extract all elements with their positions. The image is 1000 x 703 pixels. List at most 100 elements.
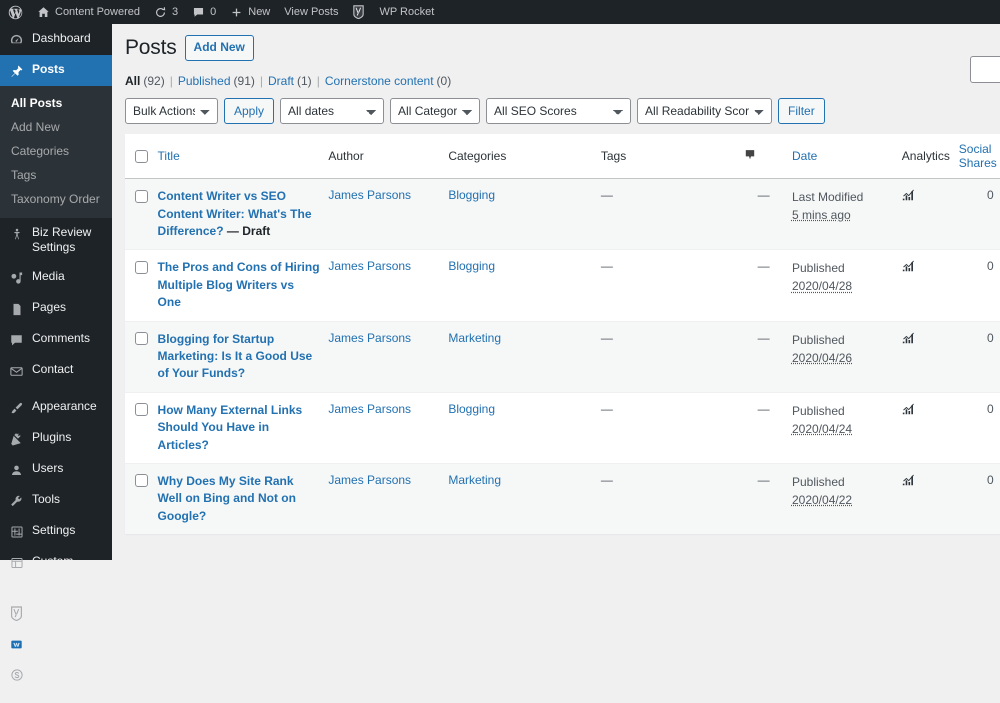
sidebar-item-plugins[interactable]: Plugins [0,423,112,454]
post-date-value[interactable]: 2020/04/26 [792,349,894,367]
sidebar-item-media[interactable]: Media [0,262,112,293]
post-category-link[interactable]: Blogging [448,188,495,202]
apply-button[interactable]: Apply [224,98,275,125]
table-row[interactable]: Blogging for Startup Marketing: Is It a … [125,320,1000,393]
dates-filter-select[interactable]: All dates [280,98,385,125]
seo-scores-filter-select[interactable]: All SEO Scores [486,98,632,125]
status-link-published[interactable]: Published (91) | [178,74,268,88]
sidebar-item-pages[interactable]: Pages [0,293,112,324]
post-category-link[interactable]: Blogging [448,259,495,273]
filter-button[interactable]: Filter [778,98,825,125]
table-row[interactable]: The Pros and Cons of Hiring Multiple Blo… [125,249,1000,322]
bar-chart-icon[interactable] [902,403,915,418]
bulk-actions-select[interactable]: Bulk Actions [125,98,218,125]
row-checkbox[interactable] [135,474,148,488]
post-date-value[interactable]: 5 mins ago [792,206,894,224]
submenu-item-add-new[interactable]: Add New [0,115,112,139]
post-category-link[interactable]: Marketing [448,473,501,487]
post-title-link[interactable]: The Pros and Cons of Hiring Multiple Blo… [158,260,320,309]
admin-bar-updates[interactable]: 3 [147,0,185,24]
submenu-item-tags[interactable]: Tags [0,163,112,187]
sidebar-item-social-warfare[interactable]: Social Warfare [0,659,112,703]
admin-bar-yoast[interactable] [345,0,372,24]
post-category-link[interactable]: Blogging [448,402,495,416]
row-date-cell: Published 2020/04/22 [791,462,902,535]
column-header-date-link[interactable]: Date [792,149,817,163]
post-author-link[interactable]: James Parsons [328,331,411,345]
comment-bubble-icon [743,149,757,165]
row-checkbox[interactable] [135,403,148,417]
bar-chart-icon[interactable] [902,474,915,489]
table-row[interactable]: How Many External Links Should You Have … [125,391,1000,464]
submenu-item-all-posts[interactable]: All Posts [0,91,112,115]
paintbrush-icon [8,400,25,416]
sidebar-item-posts[interactable]: Posts [0,55,120,86]
sidebar-item-users[interactable]: Users [0,454,112,485]
column-header-date[interactable]: Date [791,134,902,180]
wordpress-logo-icon[interactable] [0,0,30,24]
bar-chart-icon[interactable] [902,261,915,275]
categories-filter-select[interactable]: All Categories [390,98,481,125]
sidebar-item-settings[interactable]: Settings [0,516,112,547]
sidebar-item-label: Contact [32,362,74,376]
page-title: Posts [125,36,177,59]
admin-bar-new-content[interactable]: New [223,0,277,24]
sidebar-item-appearance[interactable]: Appearance [0,392,112,423]
site-name-label: Content Powered [55,6,140,18]
row-checkbox[interactable] [135,331,148,345]
row-analytics-cell[interactable] [901,320,959,393]
sidebar-item-contact[interactable]: Contact [0,355,112,386]
status-link-draft[interactable]: Draft (1) | [268,74,325,88]
column-header-social-shares-link[interactable]: Social Shares [959,142,997,170]
status-link-label[interactable]: Published [178,74,231,88]
post-category-link[interactable]: Marketing [448,331,501,345]
post-date-value[interactable]: 2020/04/22 [792,491,894,509]
table-row[interactable]: Content Writer vs SEO Content Writer: Wh… [125,178,1000,250]
status-link-label[interactable]: Draft [268,74,294,88]
readability-scores-filter-select[interactable]: All Readability Scores [637,98,773,125]
post-author-link[interactable]: James Parsons [328,259,411,273]
post-author-link[interactable]: James Parsons [328,402,411,416]
sidebar-item-seo[interactable]: SEO [0,597,112,628]
row-analytics-cell[interactable] [901,249,959,322]
post-title-link[interactable]: Blogging for Startup Marketing: Is It a … [158,332,313,381]
sidebar-item-wordfence[interactable]: Wordfence [0,628,112,659]
row-checkbox[interactable] [135,260,148,274]
dashboard-icon [8,32,25,48]
post-title-link[interactable]: Why Does My Site Rank Well on Bing and N… [158,474,296,523]
row-analytics-cell[interactable] [901,391,959,464]
submenu-item-categories[interactable]: Categories [0,139,112,163]
sidebar-item-dashboard[interactable]: Dashboard [0,24,112,55]
admin-bar-site-name[interactable]: Content Powered [30,0,147,24]
post-author-link[interactable]: James Parsons [328,473,411,487]
status-link-label[interactable]: All [125,74,140,88]
bar-chart-icon[interactable] [902,332,915,347]
table-row[interactable]: Why Does My Site Rank Well on Bing and N… [125,462,1000,535]
sidebar-item-biz-review-settings[interactable]: Biz Review Settings [0,218,112,262]
status-link-cornerstone[interactable]: Cornerstone content (0) [325,74,451,88]
submenu-item-taxonomy-order[interactable]: Taxonomy Order [0,187,112,211]
admin-bar-view-posts[interactable]: View Posts [277,0,345,24]
status-link-all[interactable]: All (92) | [125,74,178,88]
post-title-link[interactable]: How Many External Links Should You Have … [158,403,303,452]
row-analytics-cell[interactable] [902,179,959,250]
column-header-title[interactable]: Title [157,134,329,180]
sidebar-item-custom-fields[interactable]: Custom Fields [0,547,112,591]
search-input[interactable] [970,56,1000,83]
row-analytics-cell[interactable] [901,462,959,535]
column-header-title-link[interactable]: Title [158,149,180,163]
sidebar-item-comments[interactable]: Comments [0,324,112,355]
admin-bar-comments[interactable]: 0 [185,0,223,24]
select-all-checkbox[interactable] [135,150,148,164]
add-new-button[interactable]: Add New [184,34,254,61]
row-checkbox[interactable] [135,189,148,203]
wordfence-icon [8,636,25,652]
column-header-social-shares[interactable]: Social Shares [958,134,1000,180]
post-date-value[interactable]: 2020/04/28 [792,277,894,295]
post-date-value[interactable]: 2020/04/24 [792,420,894,438]
status-link-label[interactable]: Cornerstone content [325,74,434,88]
admin-bar-wp-rocket[interactable]: WP Rocket [372,0,441,24]
bar-chart-icon[interactable] [902,189,915,204]
post-author-link[interactable]: James Parsons [328,188,411,202]
sidebar-item-tools[interactable]: Tools [0,485,112,516]
